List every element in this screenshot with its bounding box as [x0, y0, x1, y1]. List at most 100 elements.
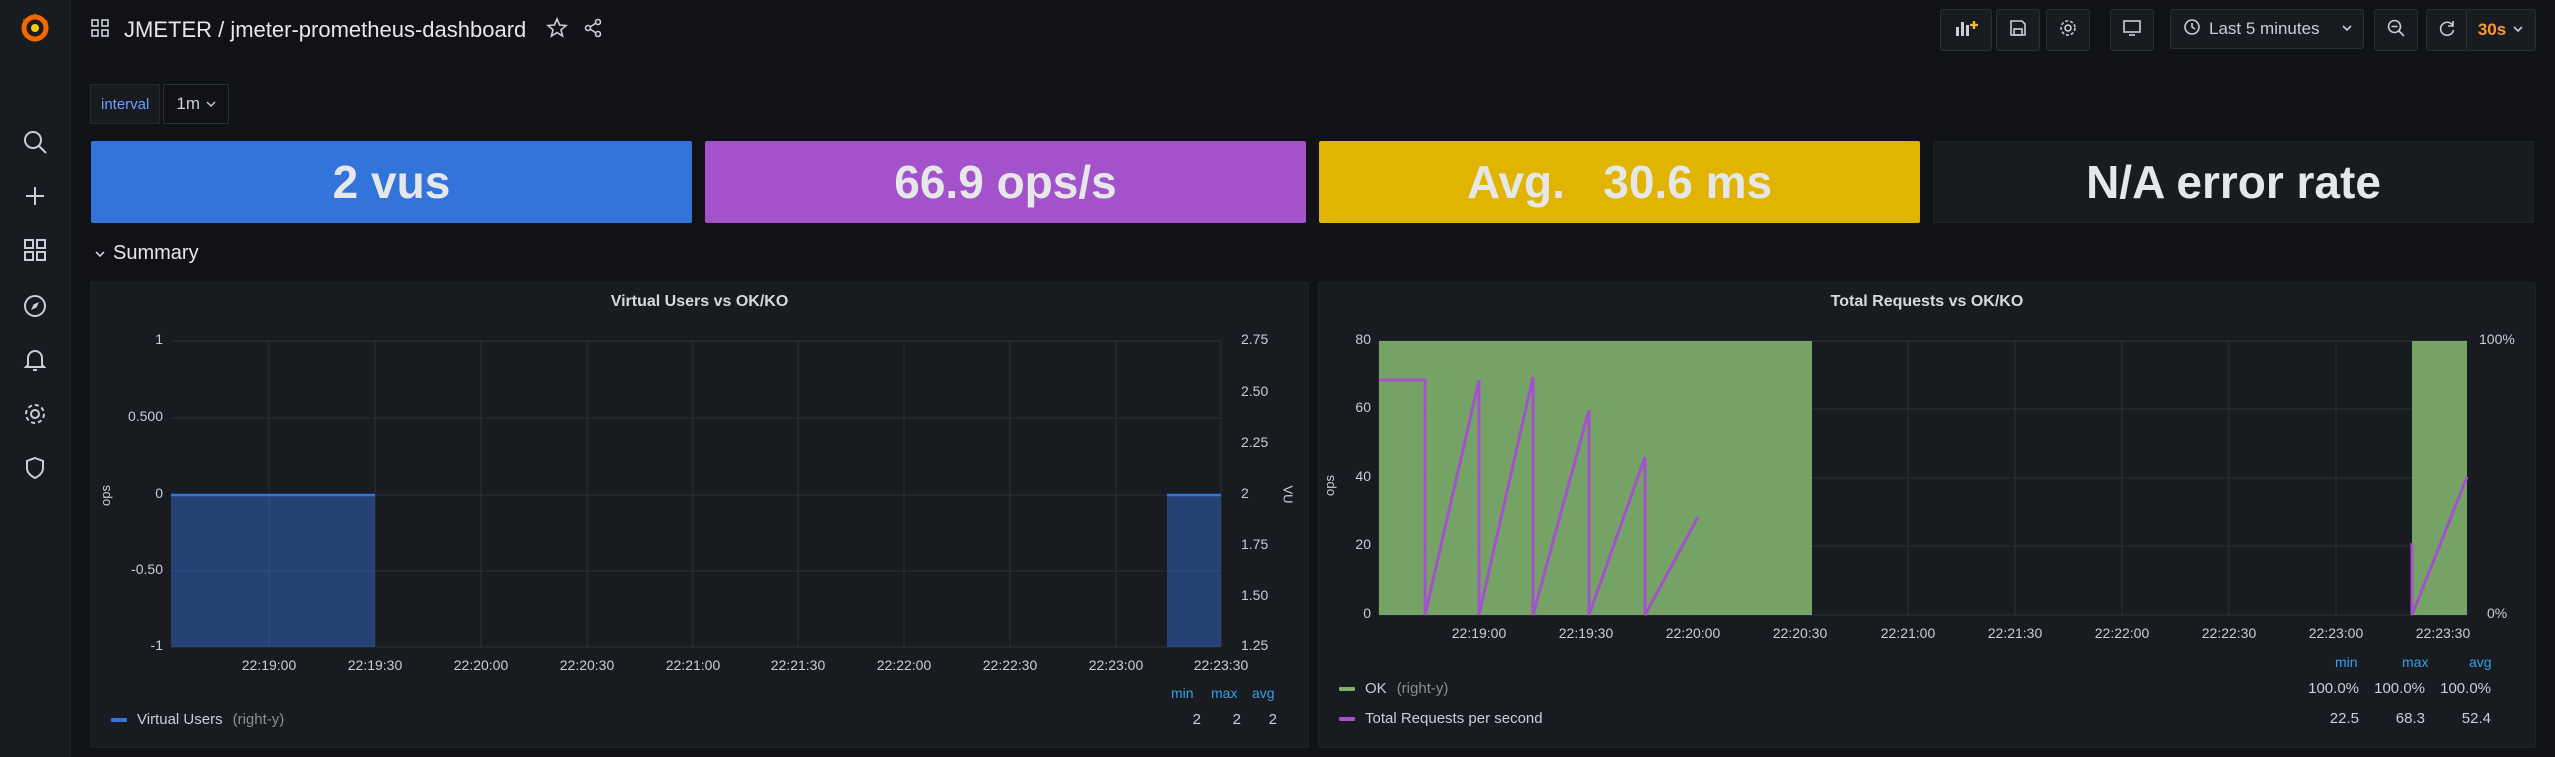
y-tick: -1	[150, 637, 163, 653]
y-tick-right: 2.25	[1241, 434, 1269, 450]
graph-virtual-users[interactable]	[91, 283, 1308, 747]
template-variables: interval 1m	[90, 84, 229, 124]
legend-axis-hint: (right-y)	[232, 711, 285, 728]
graph-total-requests[interactable]	[1319, 283, 2535, 747]
add-panel-button[interactable]	[1940, 9, 1992, 51]
interval-value: 1m	[176, 94, 200, 113]
y-tick-right: 2	[1241, 485, 1249, 501]
y-tick-right: 1.75	[1241, 536, 1269, 552]
legend-head-min[interactable]: min	[1171, 685, 1194, 701]
legend-head-max[interactable]: max	[1211, 685, 1237, 701]
legend-value-avg: 52.4	[2461, 710, 2491, 727]
legend-head-avg[interactable]: avg	[2469, 654, 2492, 670]
gear-icon	[2058, 18, 2078, 43]
legend-item-virtual-users[interactable]: Virtual Users (right-y)	[111, 711, 284, 728]
panel-virtual-users[interactable]: Virtual Users vs OK/KO 1 0.500 0 -0.50 -…	[90, 282, 1309, 748]
row-summary[interactable]: Summary	[95, 242, 199, 265]
y-tick: 0	[1363, 605, 1371, 621]
x-tick: 22:20:30	[559, 657, 615, 673]
dashboards-grid-icon[interactable]	[17, 232, 53, 268]
x-tick: 22:23:00	[2308, 625, 2364, 641]
legend-head-avg[interactable]: avg	[1252, 685, 1275, 701]
chevron-down-icon	[2341, 19, 2353, 39]
legend-swatch[interactable]	[1339, 686, 1355, 691]
legend-value-min: 100.0%	[2308, 680, 2359, 697]
series-ok-area-1	[1379, 341, 1812, 615]
y-tick: 0	[155, 485, 163, 501]
x-tick: 22:21:30	[1987, 625, 2043, 641]
legend-head-max[interactable]: max	[2402, 654, 2428, 670]
star-icon[interactable]	[546, 16, 569, 44]
save-dashboard-button[interactable]	[1996, 9, 2040, 51]
legend-swatch[interactable]	[111, 717, 127, 722]
x-tick: 22:19:30	[1558, 625, 1614, 641]
legend-item-ok[interactable]: OK (right-y)	[1339, 680, 1448, 697]
create-plus-icon[interactable]	[17, 178, 53, 214]
grafana-logo-icon[interactable]	[17, 10, 53, 46]
legend-value-avg: 2	[1268, 711, 1277, 728]
dashboard-settings-button[interactable]	[2046, 9, 2090, 51]
y-tick: 1	[155, 331, 163, 347]
x-tick: 22:23:00	[1088, 657, 1144, 673]
zoom-out-button[interactable]	[2374, 9, 2418, 51]
dashboard-title[interactable]: JMETER / jmeter-prometheus-dashboard	[124, 17, 526, 43]
stat-avg-response-time[interactable]: Avg. 30.6 ms	[1319, 141, 1920, 223]
variable-label: interval	[90, 84, 161, 124]
row-title: Summary	[113, 242, 199, 264]
x-tick: 22:19:30	[347, 657, 403, 673]
legend-value-min: 22.5	[2329, 710, 2359, 727]
x-tick: 22:22:00	[876, 657, 932, 673]
time-range-picker[interactable]: Last 5 minutes	[2170, 9, 2364, 49]
x-tick: 22:19:00	[1451, 625, 1507, 641]
legend-label: Total Requests per second	[1365, 710, 1543, 727]
x-tick: 22:21:00	[665, 657, 721, 673]
legend-value-avg: 100.0%	[2440, 680, 2491, 697]
y-axis-title-left: ops	[1321, 475, 1337, 496]
legend-value-max: 2	[1232, 711, 1241, 728]
interval-variable-select[interactable]: 1m	[163, 84, 229, 124]
x-tick: 22:22:00	[2094, 625, 2150, 641]
dashboards-grid-icon[interactable]	[90, 18, 110, 43]
configuration-gear-icon[interactable]	[17, 396, 53, 432]
legend-swatch[interactable]	[1339, 716, 1355, 721]
x-tick: 22:23:30	[2415, 625, 2471, 641]
x-tick: 22:23:30	[1193, 657, 1249, 673]
x-tick: 22:20:30	[1772, 625, 1828, 641]
stat-throughput[interactable]: 66.9 ops/s	[705, 141, 1306, 223]
x-tick: 22:21:00	[1880, 625, 1936, 641]
stat-virtual-users[interactable]: 2 vus	[91, 141, 692, 223]
y-tick-right: 0%	[2487, 605, 2508, 621]
cycle-view-mode-button[interactable]	[2110, 9, 2154, 51]
stat-error-rate[interactable]: N/A error rate	[1933, 141, 2534, 223]
y-tick-right: 1.25	[1241, 637, 1269, 653]
y-tick-right: 100%	[2479, 331, 2515, 347]
zoom-out-icon	[2386, 18, 2406, 43]
explore-compass-icon[interactable]	[17, 288, 53, 324]
legend-label: Virtual Users	[137, 711, 223, 728]
search-icon[interactable]	[17, 124, 53, 160]
legend-head-min[interactable]: min	[2335, 654, 2358, 670]
panel-total-requests[interactable]: Total Requests vs OK/KO 80 60 40 20 0 op…	[1318, 282, 2536, 748]
share-icon[interactable]	[582, 17, 604, 44]
legend-item-total-requests[interactable]: Total Requests per second	[1339, 710, 1543, 727]
y-tick: 60	[1355, 399, 1371, 415]
chevron-down-icon	[2512, 20, 2524, 40]
alerting-bell-icon[interactable]	[17, 342, 53, 378]
refresh-button[interactable]	[2426, 9, 2468, 51]
legend-value-max: 100.0%	[2374, 680, 2425, 697]
legend-axis-hint: (right-y)	[1396, 680, 1449, 697]
x-tick: 22:21:30	[770, 657, 826, 673]
top-navbar: JMETER / jmeter-prometheus-dashboard Las…	[70, 0, 2555, 60]
x-tick: 22:22:30	[2201, 625, 2257, 641]
x-tick: 22:20:00	[1665, 625, 1721, 641]
server-admin-shield-icon[interactable]	[17, 450, 53, 486]
y-tick: -0.50	[131, 561, 163, 577]
refresh-icon	[2437, 18, 2457, 43]
refresh-interval-picker[interactable]: 30s	[2466, 9, 2536, 51]
chevron-down-icon	[206, 94, 216, 114]
add-panel-icon	[1953, 17, 1979, 44]
y-tick: 20	[1355, 536, 1371, 552]
legend-label: OK	[1365, 680, 1387, 697]
y-tick-right: 1.50	[1241, 587, 1269, 603]
series-virtual-users-area-2	[1167, 495, 1221, 647]
